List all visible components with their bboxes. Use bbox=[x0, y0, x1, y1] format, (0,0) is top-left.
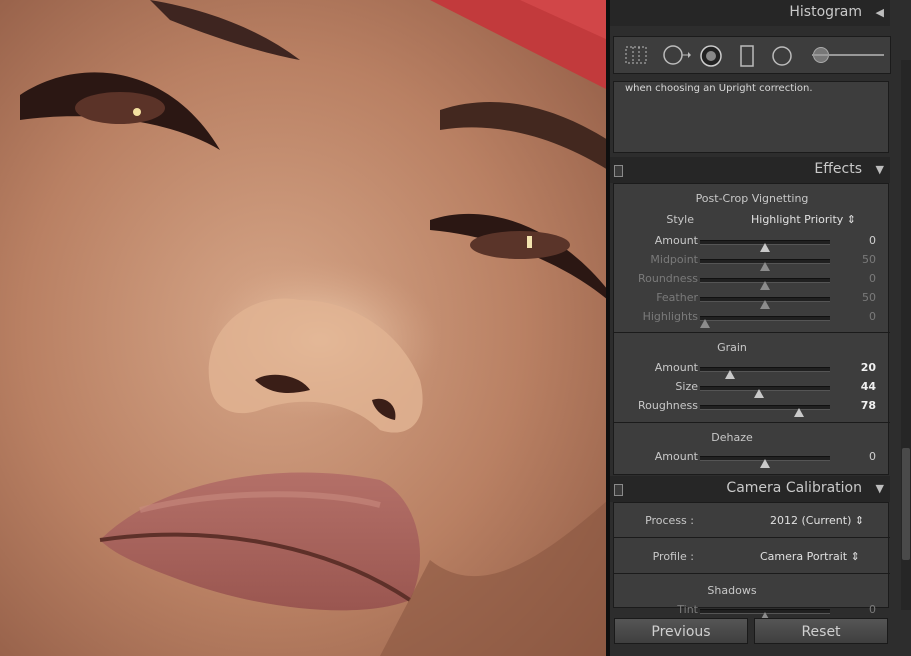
slider-row-amount[interactable]: Amount 20 bbox=[614, 359, 890, 379]
slider-thumb[interactable] bbox=[700, 319, 711, 328]
dehaze-title: Dehaze bbox=[711, 431, 753, 444]
slider-track[interactable] bbox=[700, 278, 830, 290]
develop-right-panel: Histogram ◀ when choosing an Upright cor… bbox=[610, 0, 911, 656]
slider-track[interactable] bbox=[700, 456, 830, 468]
process-select[interactable]: 2012 (Current) ⇕ bbox=[770, 514, 864, 527]
camera-calibration-panel: Process : 2012 (Current) ⇕ Profile : Cam… bbox=[613, 502, 890, 621]
previous-button[interactable]: Previous bbox=[614, 618, 748, 644]
slider-track[interactable] bbox=[700, 405, 830, 417]
tint-row[interactable]: Tint 0 bbox=[614, 601, 890, 621]
slider-value[interactable]: 44 bbox=[861, 380, 876, 393]
slider-row-amount[interactable]: Amount 0 bbox=[614, 448, 890, 468]
slider-value[interactable]: 50 bbox=[862, 253, 876, 266]
slider-track[interactable] bbox=[700, 386, 830, 398]
histogram-header[interactable]: Histogram ◀ bbox=[610, 0, 890, 26]
slider-label: Roundness bbox=[637, 272, 698, 285]
lens-corrections-panel: when choosing an Upright correction. bbox=[613, 81, 889, 153]
slider-value[interactable]: 0 bbox=[869, 234, 876, 247]
slider-value[interactable]: 0 bbox=[869, 310, 876, 323]
slider-track[interactable] bbox=[700, 240, 830, 252]
slider-label: Midpoint bbox=[650, 253, 698, 266]
graduated-filter-icon[interactable] bbox=[739, 45, 755, 67]
slider-track[interactable] bbox=[700, 316, 830, 328]
spot-removal-icon[interactable] bbox=[662, 45, 692, 65]
profile-label: Profile : bbox=[652, 550, 694, 563]
vignetting-title: Post-Crop Vignetting bbox=[695, 192, 809, 205]
slider-row-size[interactable]: Size 44 bbox=[614, 378, 890, 398]
red-eye-icon[interactable] bbox=[699, 45, 723, 67]
portrait-image bbox=[0, 0, 608, 656]
vignette-style-select[interactable]: Highlight Priority ⇕ bbox=[751, 213, 856, 226]
slider-value[interactable]: 78 bbox=[861, 399, 876, 412]
effects-panel: Post-Crop Vignetting Style Highlight Pri… bbox=[613, 183, 890, 475]
slider-thumb[interactable] bbox=[760, 459, 770, 468]
collapse-left-icon[interactable]: ◀ bbox=[876, 6, 884, 19]
tint-label: Tint bbox=[677, 603, 698, 616]
slider-value[interactable]: 0 bbox=[869, 272, 876, 285]
tool-strip bbox=[613, 36, 891, 74]
slider-row-roughness[interactable]: Roughness 78 bbox=[614, 397, 890, 417]
separator bbox=[614, 332, 890, 333]
slider-track[interactable] bbox=[700, 297, 830, 309]
slider-row-highlights[interactable]: Highlights 0 bbox=[614, 308, 890, 328]
camera-calibration-title: Camera Calibration bbox=[726, 480, 862, 496]
separator bbox=[614, 573, 890, 574]
process-row[interactable]: Process : 2012 (Current) ⇕ bbox=[614, 512, 890, 530]
camera-calibration-header[interactable]: Camera Calibration ▼ bbox=[610, 476, 890, 502]
crop-overlay-icon[interactable] bbox=[624, 45, 648, 65]
slider-label: Highlights bbox=[642, 310, 698, 323]
calibration-panel-switch[interactable] bbox=[614, 484, 623, 496]
shadows-title: Shadows bbox=[707, 584, 757, 597]
slider-track[interactable] bbox=[700, 367, 830, 379]
slider-label: Amount bbox=[654, 234, 698, 247]
vignette-style-row[interactable]: Style Highlight Priority ⇕ bbox=[614, 211, 890, 229]
slider-label: Size bbox=[675, 380, 698, 393]
reset-button[interactable]: Reset bbox=[754, 618, 888, 644]
slider-value[interactable]: 20 bbox=[861, 361, 876, 374]
slider-label: Amount bbox=[654, 361, 698, 374]
slider-value[interactable]: 50 bbox=[862, 291, 876, 304]
vignette-style-label: Style bbox=[666, 213, 694, 226]
tint-value[interactable]: 0 bbox=[869, 603, 876, 616]
slider-row-feather[interactable]: Feather 50 bbox=[614, 289, 890, 309]
effects-title: Effects bbox=[814, 161, 862, 177]
slider-row-midpoint[interactable]: Midpoint 50 bbox=[614, 251, 890, 271]
process-label: Process : bbox=[645, 514, 694, 527]
slider-row-amount[interactable]: Amount 0 bbox=[614, 232, 890, 252]
grain-title: Grain bbox=[717, 341, 747, 354]
tool-strip-slider[interactable] bbox=[812, 54, 884, 56]
slider-label: Amount bbox=[654, 450, 698, 463]
tint-slider-track[interactable] bbox=[700, 609, 830, 621]
profile-row[interactable]: Profile : Camera Portrait ⇕ bbox=[614, 548, 890, 566]
upright-note: when choosing an Upright correction. bbox=[625, 83, 813, 94]
collapse-down-icon[interactable]: ▼ bbox=[876, 482, 884, 495]
separator bbox=[614, 422, 890, 423]
slider-track[interactable] bbox=[700, 259, 830, 271]
slider-row-roundness[interactable]: Roundness 0 bbox=[614, 270, 890, 290]
effects-header[interactable]: Effects ▼ bbox=[610, 157, 890, 183]
slider-label: Roughness bbox=[637, 399, 698, 412]
effects-panel-switch[interactable] bbox=[614, 165, 623, 177]
collapse-down-icon[interactable]: ▼ bbox=[876, 163, 884, 176]
slider-thumb[interactable] bbox=[793, 408, 804, 417]
photo-preview[interactable] bbox=[0, 0, 608, 656]
profile-select[interactable]: Camera Portrait ⇕ bbox=[760, 550, 860, 563]
separator bbox=[614, 537, 890, 538]
slider-value[interactable]: 0 bbox=[869, 450, 876, 463]
panel-scrollbar-thumb[interactable] bbox=[902, 448, 910, 560]
radial-filter-icon[interactable] bbox=[770, 45, 794, 67]
histogram-title: Histogram bbox=[789, 4, 862, 20]
slider-label: Feather bbox=[656, 291, 698, 304]
